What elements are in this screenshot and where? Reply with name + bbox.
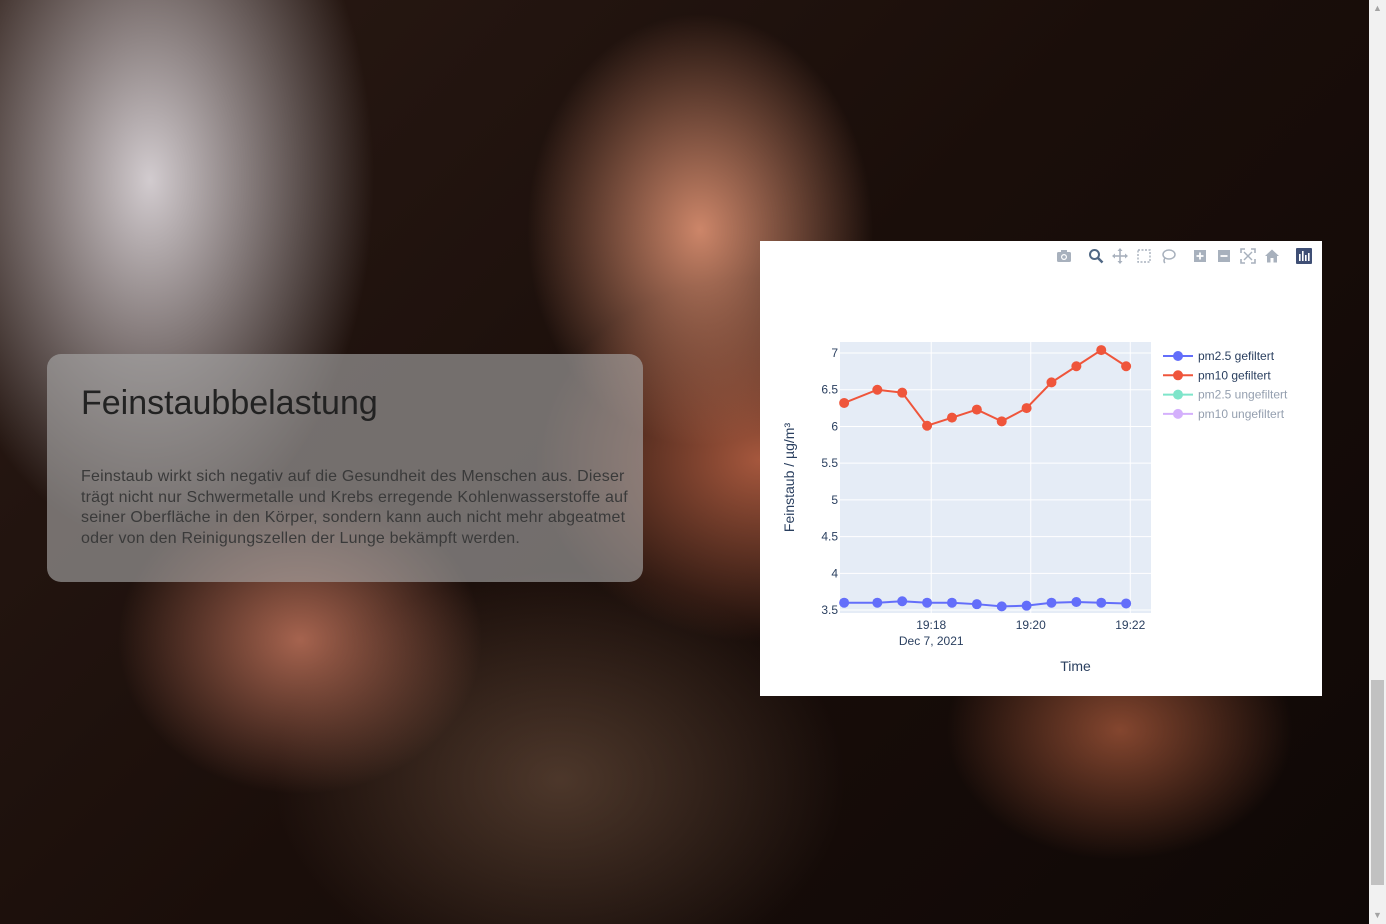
data-point[interactable] bbox=[872, 597, 883, 608]
data-point[interactable] bbox=[1121, 361, 1132, 372]
y-tick-label: 4 bbox=[831, 566, 838, 580]
info-text: Feinstaub wirkt sich negativ auf die Ges… bbox=[81, 468, 628, 547]
data-point[interactable] bbox=[971, 599, 982, 610]
legend-label: pm2.5 gefiltert bbox=[1198, 349, 1275, 363]
data-point[interactable] bbox=[1071, 596, 1082, 607]
x-tick-label: 19:22 bbox=[1115, 618, 1145, 632]
scroll-up-arrow-icon[interactable]: ▲ bbox=[1369, 0, 1386, 17]
legend-label: pm10 ungefiltert bbox=[1198, 407, 1285, 421]
legend-label: pm10 gefiltert bbox=[1198, 368, 1271, 382]
scroll-thumb[interactable] bbox=[1371, 680, 1384, 885]
legend-marker-icon bbox=[1173, 408, 1183, 419]
legend-item[interactable]: pm10 ungefiltert bbox=[1163, 407, 1285, 421]
data-point[interactable] bbox=[922, 597, 933, 608]
legend-marker-icon bbox=[1173, 351, 1183, 361]
data-point[interactable] bbox=[897, 596, 908, 607]
y-axis-ticks: 3.5 4 4.5 5 5.5 6 6.5 7 bbox=[821, 346, 838, 617]
data-point[interactable] bbox=[922, 420, 933, 431]
legend-item[interactable]: pm2.5 gefiltert bbox=[1163, 349, 1275, 363]
legend-item[interactable]: pm10 gefiltert bbox=[1163, 368, 1271, 382]
chart-card: 3.5 4 4.5 5 5.5 6 6.5 7 19:18 Dec 7, 2021 19:20 19… bbox=[760, 241, 1322, 696]
data-point[interactable] bbox=[1046, 597, 1057, 608]
y-tick-label: 5 bbox=[831, 493, 838, 507]
data-point[interactable] bbox=[946, 597, 957, 608]
data-point[interactable] bbox=[1021, 600, 1032, 611]
data-point[interactable] bbox=[1021, 403, 1032, 414]
info-card: Feinstaubbelastung Feinstaub wirkt sich … bbox=[47, 354, 643, 582]
data-point[interactable] bbox=[1096, 345, 1107, 356]
y-tick-label: 7 bbox=[831, 346, 838, 360]
scrollbar[interactable]: ▲ ▼ bbox=[1369, 0, 1386, 924]
data-point[interactable] bbox=[872, 384, 883, 395]
data-point[interactable] bbox=[946, 412, 957, 423]
y-tick-label: 6.5 bbox=[821, 383, 838, 397]
data-point[interactable] bbox=[1046, 377, 1057, 388]
info-title: Feinstaubbelastung bbox=[81, 384, 378, 422]
data-point[interactable] bbox=[897, 387, 908, 398]
data-point[interactable] bbox=[839, 597, 850, 608]
legend-item[interactable]: pm2.5 ungefiltert bbox=[1163, 388, 1288, 402]
x-tick-label: 19:18 bbox=[916, 618, 946, 632]
data-point[interactable] bbox=[1096, 597, 1107, 608]
x-tick-date-label: Dec 7, 2021 bbox=[899, 634, 964, 648]
x-axis-ticks: 19:18 Dec 7, 2021 19:20 19:22 bbox=[899, 618, 1146, 648]
data-point[interactable] bbox=[839, 397, 850, 408]
plot-area[interactable] bbox=[840, 342, 1151, 613]
x-axis-title: Time bbox=[1060, 658, 1091, 674]
data-point[interactable] bbox=[971, 404, 982, 415]
data-point[interactable] bbox=[1071, 361, 1082, 372]
y-tick-label: 5.5 bbox=[821, 456, 838, 470]
data-point[interactable] bbox=[996, 601, 1007, 612]
y-tick-label: 6 bbox=[831, 419, 838, 433]
legend-marker-icon bbox=[1173, 370, 1183, 381]
legend-label: pm2.5 ungefiltert bbox=[1198, 388, 1288, 402]
scroll-down-arrow-icon[interactable]: ▼ bbox=[1369, 907, 1386, 924]
data-point[interactable] bbox=[996, 416, 1007, 427]
legend-marker-icon bbox=[1173, 389, 1183, 400]
legend[interactable]: pm2.5 gefiltert pm10 gefiltert pm2.5 ungef… bbox=[1163, 349, 1288, 421]
chart[interactable]: 3.544.555.566.57 19:18Dec 7, 202119:20 19… bbox=[760, 241, 1322, 696]
y-tick-label: 4.5 bbox=[821, 530, 838, 544]
y-tick-label: 3.5 bbox=[821, 603, 838, 617]
y-axis-title: Feinstaub / µg/m³ bbox=[781, 423, 797, 533]
data-point[interactable] bbox=[1121, 598, 1132, 609]
x-tick-label: 19:20 bbox=[1016, 618, 1046, 632]
